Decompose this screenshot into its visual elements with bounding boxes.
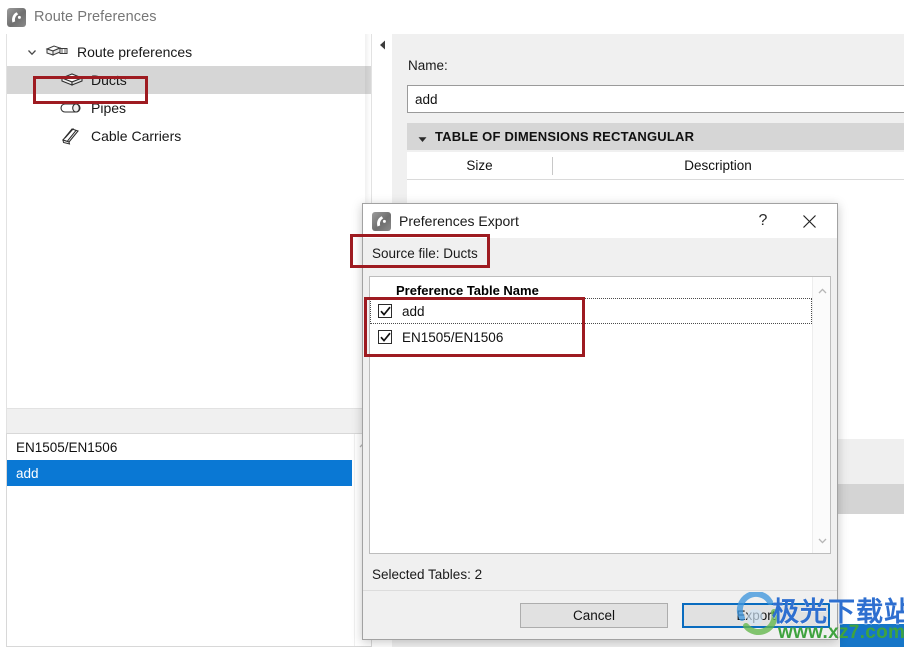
checkbox-en1505-en1506[interactable]: [378, 330, 392, 344]
route-preferences-tree-panel: Route preferences Ducts Pipes Cable Carr…: [6, 34, 372, 409]
caret-down-icon[interactable]: [418, 132, 427, 142]
tree-row-ducts[interactable]: Ducts: [7, 66, 371, 94]
cancel-button-label: Cancel: [572, 608, 616, 623]
tree-row-cable-carriers[interactable]: Cable Carriers: [7, 122, 371, 150]
list-item[interactable]: add: [7, 460, 352, 486]
question-mark-icon[interactable]: ?: [746, 204, 780, 238]
scroll-down-arrow-icon[interactable]: [817, 534, 828, 545]
close-icon[interactable]: [787, 204, 831, 238]
app-logo-icon: [7, 7, 26, 27]
cancel-button[interactable]: Cancel: [520, 603, 668, 628]
column-header-description: Description: [684, 158, 752, 173]
listbox-scrollbar[interactable]: [812, 277, 830, 553]
section-header-table-of-dimensions[interactable]: TABLE OF DIMENSIONS RECTANGULAR: [407, 123, 904, 150]
listbox-rows: add EN1505/EN1506: [370, 298, 812, 350]
screen-root: Route Preferences Route preferences Duct…: [0, 0, 904, 647]
duct-icon: [59, 71, 85, 89]
window-titlebar: Route Preferences: [0, 0, 904, 34]
tree-label-cable-carriers: Cable Carriers: [91, 128, 182, 144]
selected-tables-status: Selected Tables: 2: [363, 557, 837, 591]
source-file-text: Source file: Ducts: [372, 246, 478, 261]
window-title: Route Preferences: [34, 9, 157, 25]
checkbox-add[interactable]: [378, 304, 392, 318]
panel-gap: [6, 409, 372, 433]
table-row[interactable]: EN1505/EN1506: [370, 324, 812, 350]
name-input[interactable]: [407, 85, 904, 113]
table-row-label: EN1505/EN1506: [402, 329, 504, 345]
tree-row-pipes[interactable]: Pipes: [7, 94, 371, 122]
list-item-label: EN1505/EN1506: [16, 439, 118, 455]
dialog-footer: Cancel Export: [363, 590, 837, 639]
preferences-export-dialog: Preferences Export ? Source file: Ducts …: [362, 203, 838, 640]
tree-row-route-preferences[interactable]: Route preferences: [7, 38, 371, 66]
preference-tables-list: EN1505/EN1506 add: [7, 434, 352, 486]
source-file-label: Source file: Ducts: [363, 238, 837, 269]
name-label: Name:: [408, 58, 448, 73]
tree-label-route-preferences: Route preferences: [77, 44, 193, 60]
listbox-column-header: Preference Table Name: [370, 277, 830, 298]
list-item[interactable]: EN1505/EN1506: [7, 434, 352, 460]
export-button[interactable]: Export: [682, 603, 830, 628]
help-label: ?: [758, 212, 768, 229]
column-header-size: Size: [466, 158, 493, 173]
export-button-label: Export: [736, 608, 776, 623]
preference-table-listbox: Preference Table Name add EN1505/EN1506: [369, 276, 831, 554]
app-logo-icon: [372, 211, 391, 231]
pipe-icon: [59, 99, 85, 117]
dialog-title: Preferences Export: [399, 213, 519, 229]
primary-action-button-partial[interactable]: [840, 624, 904, 647]
list-item-label: add: [16, 465, 39, 481]
tree-label-ducts: Ducts: [91, 72, 127, 88]
collapse-left-arrow-icon[interactable]: [376, 38, 388, 52]
table-row-label: add: [402, 303, 425, 319]
tree-label-pipes: Pipes: [91, 100, 127, 116]
route-preferences-icon: [45, 43, 71, 61]
cable-carrier-icon: [59, 127, 85, 145]
selected-tables-text: Selected Tables: 2: [372, 566, 483, 582]
section-header-label: TABLE OF DIMENSIONS RECTANGULAR: [435, 129, 695, 144]
dimensions-table-header: Size Description: [407, 152, 904, 180]
chevron-down-icon[interactable]: [25, 45, 39, 59]
preference-tables-list-panel: EN1505/EN1506 add: [6, 433, 372, 647]
table-row[interactable]: add: [370, 298, 812, 324]
tree: Route preferences Ducts Pipes Cable Carr…: [7, 34, 371, 150]
scroll-up-arrow-icon[interactable]: [817, 285, 828, 296]
